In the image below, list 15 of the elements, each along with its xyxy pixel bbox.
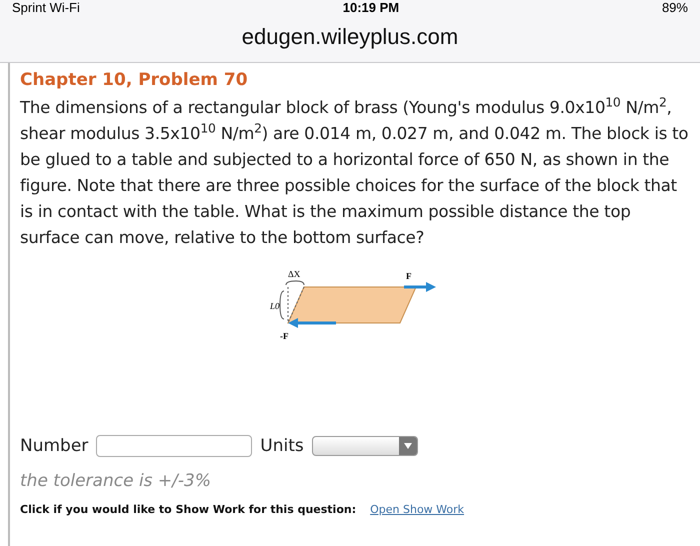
number-label: Number bbox=[20, 436, 88, 456]
problem-title: Chapter 10, Problem 70 bbox=[20, 69, 249, 92]
units-dropdown[interactable] bbox=[312, 436, 418, 456]
battery-percent: 89% bbox=[662, 0, 688, 16]
carrier-name: Sprint Wi-Fi bbox=[12, 0, 80, 16]
problem-text: The dimensions of a rectangular block of brass (Young's modulus 9.0x10$^{10}$ N/m$^{2}$, shear modulus 3.5x10$^{10}$ N/m$^{2}$) are 0.014 m, 0.027 m, and 0.042 m. The block is to be glued to a table and subjected to a horizontal force of 650 N, as shown in the figure. Note that there are three possible choices for the surface of the block that is in contact with the table. What is the maximum possible distance the top surface can move, relative to the bottom surface? bbox=[20, 95, 690, 249]
tolerance-note: the tolerance is +/-3% bbox=[20, 471, 212, 491]
block-shear-drawing: ΔX F L0 -F bbox=[264, 265, 446, 355]
open-show-work-link[interactable]: Open Show Work bbox=[370, 503, 464, 516]
page-address: edugen.wileyplus.com bbox=[242, 24, 458, 49]
caret-icon bbox=[404, 443, 412, 449]
clock-time: 10:19 PM bbox=[342, 0, 400, 16]
show-work-prompt: Click if you would like to Show Work for this question: bbox=[20, 503, 356, 516]
number-field[interactable] bbox=[96, 435, 252, 457]
units-label: Units bbox=[260, 436, 304, 456]
